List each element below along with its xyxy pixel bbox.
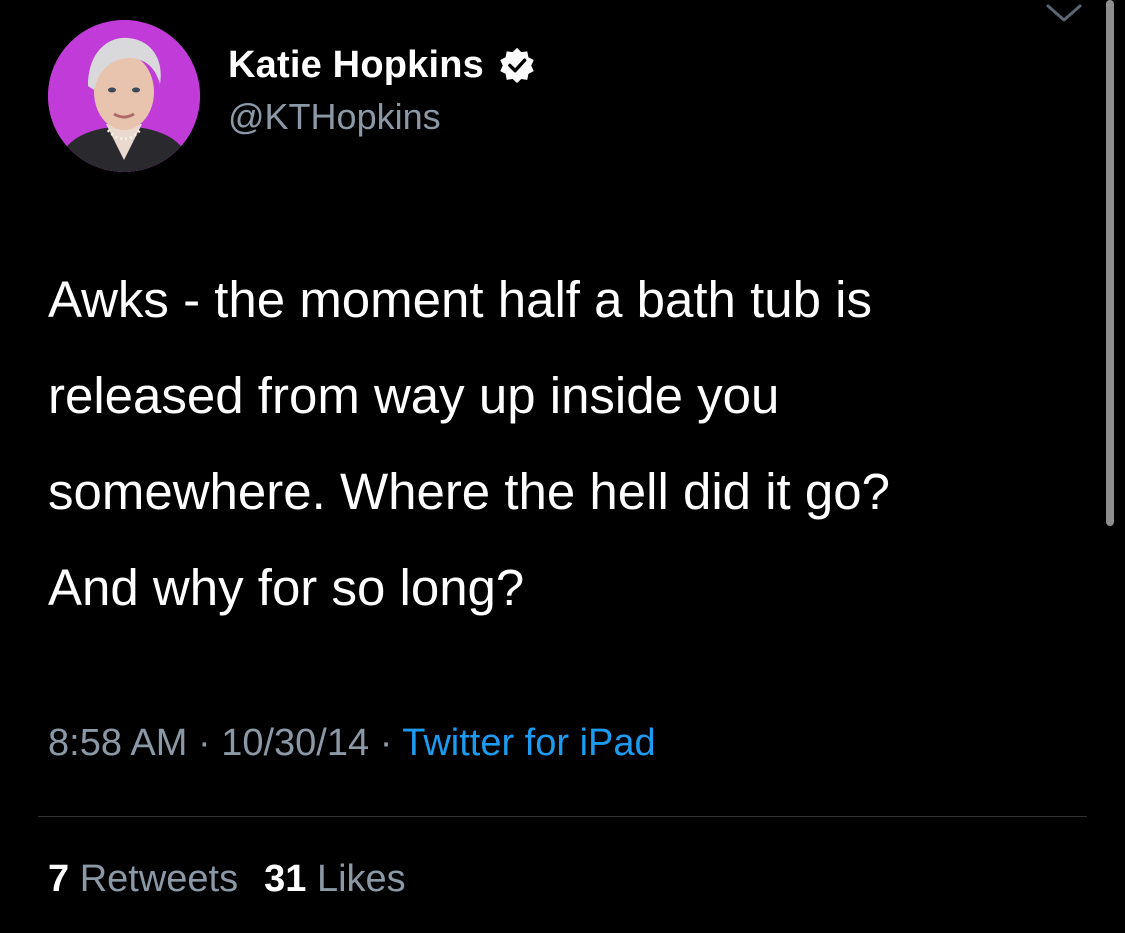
divider: [38, 816, 1087, 817]
likes-label: Likes: [316, 858, 406, 900]
tweet-text-line: Awks - the moment half a bath tub is: [48, 271, 872, 328]
avatar-portrait: [48, 20, 200, 172]
tweet-stats: 7 Retweets 31 Likes: [48, 858, 406, 901]
tweet-time[interactable]: 8:58 AM: [48, 722, 187, 764]
avatar[interactable]: [48, 20, 200, 172]
meta-separator: ·: [379, 722, 393, 764]
tweet-source-link[interactable]: Twitter for iPad: [402, 722, 655, 764]
retweets-count: 7: [48, 858, 70, 900]
chevron-down-icon[interactable]: [1044, 0, 1084, 26]
scrollbar[interactable]: [1106, 0, 1114, 526]
retweets-label: Retweets: [79, 858, 239, 900]
author-handle[interactable]: @KTHopkins: [228, 96, 441, 138]
author-display-name[interactable]: Katie Hopkins: [228, 44, 484, 87]
tweet-detail: Katie Hopkins @KTHopkins Awks - the mome…: [0, 0, 1125, 933]
meta-separator: ·: [197, 722, 211, 764]
likes-stat[interactable]: 31 Likes: [264, 858, 406, 900]
retweets-stat[interactable]: 7 Retweets: [48, 858, 238, 900]
verified-badge-icon: [500, 47, 534, 84]
author-name-row[interactable]: Katie Hopkins: [228, 40, 536, 90]
tweet-text-line: released from way up inside you: [48, 367, 780, 424]
likes-count: 31: [264, 858, 307, 900]
tweet-date[interactable]: 10/30/14: [221, 722, 369, 764]
tweet-text-line: somewhere. Where the hell did it go?: [48, 463, 890, 520]
tweet-text-line: And why for so long?: [48, 559, 525, 616]
tweet-text: Awks - the moment half a bath tub is rel…: [48, 252, 1088, 636]
tweet-metadata: 8:58 AM · 10/30/14 · Twitter for iPad: [48, 722, 656, 765]
